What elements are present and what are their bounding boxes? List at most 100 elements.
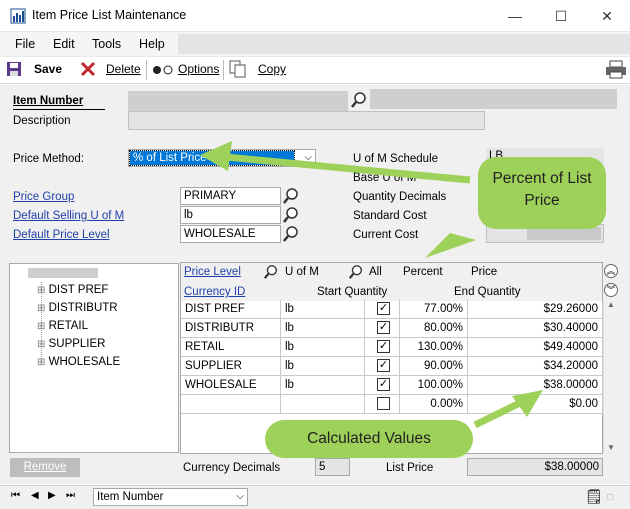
grid-cell-price-level[interactable]	[181, 395, 281, 414]
save-button[interactable]: Save	[34, 62, 62, 76]
default-selling-uofm-field[interactable]: lb	[180, 206, 281, 224]
scroll-down-icon[interactable]: ▼	[604, 443, 618, 452]
last-record-icon[interactable]: ⏭	[66, 490, 75, 501]
item-number-field[interactable]	[128, 91, 348, 111]
tree-item[interactable]: ⊞ WHOLESALE	[37, 356, 120, 373]
grid-cell-all[interactable]: ✓	[365, 376, 400, 395]
grid-cell-all[interactable]: ✓	[365, 357, 400, 376]
grid-cell-price-level[interactable]: SUPPLIER	[181, 357, 281, 376]
all-checkbox[interactable]	[377, 397, 390, 410]
price-group-lookup-icon[interactable]	[282, 187, 300, 205]
grid-cell-percent[interactable]: 77.00%	[400, 300, 468, 319]
copy-button[interactable]: Copy	[258, 62, 286, 76]
grid-cell-uofm[interactable]: lb	[281, 300, 365, 319]
grid-cell-price-level[interactable]: RETAIL	[181, 338, 281, 357]
previous-record-icon[interactable]: ◀	[31, 490, 39, 501]
grid-cell-price-level[interactable]: DISTRIBUTR	[181, 319, 281, 338]
sort-by-dropdown[interactable]: Item Number ⌵	[93, 488, 248, 506]
selling-uofm-lookup-icon[interactable]	[282, 206, 300, 224]
grid-cell-percent[interactable]: 100.00%	[400, 376, 468, 395]
currency-id-column-link[interactable]: Currency ID	[184, 286, 245, 298]
price-method-dropdown[interactable]: % of List Price ⌵	[128, 149, 316, 167]
tree-item-label: WHOLESALE	[48, 356, 121, 368]
price-column-header: Price	[471, 266, 498, 278]
expand-rows-icon[interactable]: ︾	[604, 283, 618, 297]
close-button[interactable]: ✕	[584, 4, 630, 28]
uofm-lookup-icon[interactable]	[348, 264, 364, 280]
tree-item[interactable]: ⊞ RETAIL	[37, 320, 88, 337]
grid-cell-percent[interactable]: 130.00%	[400, 338, 468, 357]
menu-help[interactable]: Help	[139, 37, 165, 51]
menu-file[interactable]: File	[15, 37, 35, 51]
note-icon[interactable]: 🗒	[585, 488, 603, 505]
all-checkbox[interactable]: ✓	[377, 359, 390, 372]
menu-edit[interactable]: Edit	[53, 37, 75, 51]
grid-cell-uofm[interactable]: lb	[281, 319, 365, 338]
price-group-link[interactable]: Price Group	[13, 191, 74, 203]
expand-icon[interactable]: ⊞	[37, 357, 45, 368]
grid-cell-uofm[interactable]: lb	[281, 338, 365, 357]
grid-cell-uofm[interactable]: lb	[281, 376, 365, 395]
all-checkbox[interactable]: ✓	[377, 340, 390, 353]
grid-cell-price[interactable]: $30.40000	[468, 319, 603, 338]
grid-cell-price[interactable]: $34.20000	[468, 357, 603, 376]
price-method-label: Price Method:	[13, 153, 84, 165]
delete-button[interactable]: Delete	[106, 62, 141, 76]
grid-cell-percent[interactable]: 80.00%	[400, 319, 468, 338]
chevron-down-icon: ⌵	[236, 491, 244, 502]
percent-of-list-price-callout: Percent of List Price	[478, 157, 606, 229]
default-price-level-field[interactable]: WHOLESALE	[180, 225, 281, 243]
list-price-field: $38.00000	[467, 458, 603, 476]
grid-cell-percent[interactable]: 0.00%	[400, 395, 468, 414]
expand-icon[interactable]: ⊞	[37, 339, 45, 350]
all-checkbox[interactable]: ✓	[377, 302, 390, 315]
expand-icon[interactable]: ⊞	[37, 303, 45, 314]
item-number-label[interactable]: Item Number	[13, 95, 83, 107]
price-group-field[interactable]: PRIMARY	[180, 187, 281, 205]
printer-icon[interactable]	[605, 59, 627, 79]
scroll-up-icon[interactable]: ▲	[604, 300, 618, 309]
collapse-rows-icon[interactable]: ︽	[604, 264, 618, 278]
expand-icon[interactable]: ⊞	[37, 321, 45, 332]
current-cost-label: Current Cost	[353, 229, 419, 241]
base-uofm-label: Base U of M	[353, 172, 417, 184]
default-selling-uofm-link[interactable]: Default Selling U of M	[13, 210, 124, 222]
grid-cell-price-level[interactable]: WHOLESALE	[181, 376, 281, 395]
grid-cell-all[interactable]: ✓	[365, 319, 400, 338]
grid-cell-price[interactable]: $29.26000	[468, 300, 603, 319]
currency-decimals-field: 5	[315, 458, 350, 476]
tree-item[interactable]: ⊞ SUPPLIER	[37, 338, 105, 355]
options-button[interactable]: Options	[178, 62, 219, 76]
expand-icon[interactable]: ⊞	[37, 285, 45, 296]
all-checkbox[interactable]: ✓	[377, 321, 390, 334]
grid-cell-price-level[interactable]: DIST PREF	[181, 300, 281, 319]
description-field[interactable]	[128, 111, 485, 130]
first-record-icon[interactable]: ⏮	[11, 490, 20, 501]
sort-lookup-icon[interactable]	[263, 264, 279, 280]
default-price-level-link[interactable]: Default Price Level	[13, 229, 110, 241]
grid-cell-price[interactable]: $0.00	[468, 395, 603, 414]
next-record-icon[interactable]: ▶	[48, 490, 56, 501]
grid-cell-uofm[interactable]: lb	[281, 357, 365, 376]
grid-cell-all[interactable]: ✓	[365, 300, 400, 319]
grid-cell-all[interactable]: ✓	[365, 338, 400, 357]
minimize-button[interactable]: —	[492, 4, 538, 28]
item-lookup-icon[interactable]	[350, 91, 368, 109]
grid-cell-uofm[interactable]	[281, 395, 365, 414]
all-checkbox[interactable]: ✓	[377, 378, 390, 391]
grid-cell-all[interactable]	[365, 395, 400, 414]
grid-cell-price[interactable]: $38.00000	[468, 376, 603, 395]
quantity-decimals-label: Quantity Decimals	[353, 191, 447, 203]
tree-item[interactable]: ⊞ DISTRIBUTR	[37, 302, 118, 319]
price-level-lookup-icon[interactable]	[282, 225, 300, 243]
tree-item[interactable]: ⊞ DIST PREF	[37, 284, 108, 301]
remove-button[interactable]: Remove	[10, 458, 80, 477]
maximize-button[interactable]: ☐	[538, 4, 584, 28]
menu-tools[interactable]: Tools	[92, 37, 121, 51]
grid-cell-percent[interactable]: 90.00%	[400, 357, 468, 376]
help-icon[interactable]: ◌	[606, 488, 614, 504]
grid-scrollbar[interactable]: ▲ ▼	[603, 300, 618, 453]
grid-cell-price[interactable]: $49.40000	[468, 338, 603, 357]
price-level-column-link[interactable]: Price Level	[184, 266, 241, 278]
window-title: Item Price List Maintenance	[32, 8, 187, 22]
